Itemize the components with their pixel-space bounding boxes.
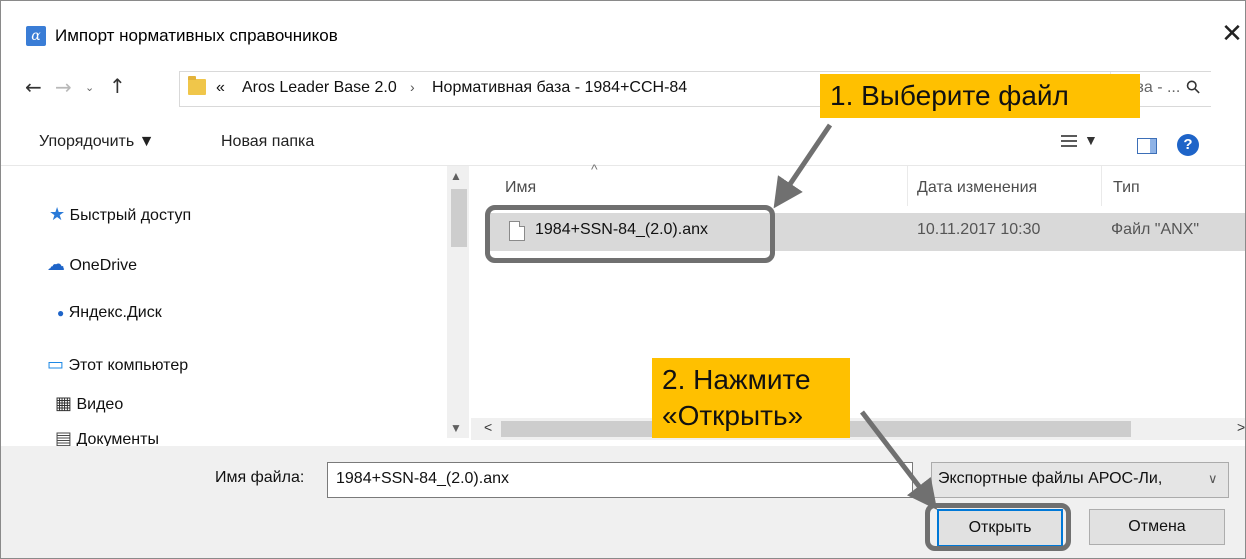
filename-value: 1984+SSN-84_(2.0).anx <box>336 470 509 487</box>
forward-arrow-icon[interactable]: → <box>55 75 72 99</box>
navigation-pane: ★ Быстрый доступ ☁ OneDrive ● Яндекс.Дис… <box>1 166 471 448</box>
breadcrumb-item[interactable]: Нормативная база - 1984+ССН-84 <box>432 79 687 97</box>
nav-item-quick-access[interactable]: ★ Быстрый доступ <box>49 204 191 225</box>
nav-item-video[interactable]: ▦ Видео <box>55 393 123 414</box>
scroll-down-chevron-icon[interactable]: ▼ <box>450 421 462 435</box>
search-icon[interactable]: ⚲ <box>1182 75 1206 99</box>
scroll-left-chevron-icon[interactable]: < <box>484 419 492 435</box>
breadcrumb-item[interactable]: Aros Leader Base 2.0 <box>242 79 397 97</box>
folder-icon <box>188 76 206 95</box>
nav-item-yandex-disk[interactable]: ● Яндекс.Диск <box>57 304 162 322</box>
nav-item-this-pc[interactable]: ▭ Этот компьютер <box>47 354 188 375</box>
recent-locations-chevron-icon[interactable]: ⌄ <box>85 81 94 94</box>
back-arrow-icon[interactable]: ← <box>25 75 42 99</box>
column-header-type[interactable]: Тип <box>1113 179 1140 197</box>
file-type-filter-select[interactable]: Экспортные файлы АРОС-Ли, ∨ <box>931 462 1229 498</box>
step-1-callout: 1. Выберите файл <box>820 74 1140 118</box>
column-divider[interactable] <box>1101 166 1102 206</box>
help-icon[interactable]: ? <box>1177 134 1199 156</box>
file-type-cell: Файл "ANX" <box>1111 221 1200 238</box>
column-header-date[interactable]: Дата изменения <box>917 179 1037 197</box>
nav-item-label: OneDrive <box>69 257 138 274</box>
file-type-filter-value: Экспортные файлы АРОС-Ли, <box>938 470 1163 487</box>
close-icon[interactable]: ✕ <box>1220 19 1244 49</box>
nav-item-label: Этот компьютер <box>68 357 189 374</box>
yandex-disk-icon: ● <box>57 306 65 320</box>
video-icon: ▦ <box>55 393 73 413</box>
filter-dropdown-chevron-icon[interactable]: ∨ <box>1208 471 1218 487</box>
nav-item-label: Яндекс.Диск <box>68 304 162 321</box>
breadcrumb-separator[interactable]: › <box>410 79 415 95</box>
breadcrumb-overflow[interactable]: « <box>216 79 225 97</box>
sort-ascending-icon: ^ <box>591 161 598 177</box>
filename-label: Имя файла: <box>215 469 305 486</box>
view-options-icon[interactable] <box>1061 135 1077 151</box>
documents-icon: ▤ <box>55 428 73 448</box>
scroll-up-chevron-icon[interactable]: ▲ <box>450 169 462 183</box>
cancel-button[interactable]: Отмена <box>1089 509 1225 545</box>
file-highlight-frame <box>485 205 775 263</box>
column-header-name[interactable]: Имя <box>505 179 536 197</box>
open-button-highlight-frame <box>925 503 1071 551</box>
step-2-callout: 2. Нажмите «Открыть» <box>652 358 850 438</box>
cloud-icon: ☁ <box>47 254 65 274</box>
nav-item-label: Быстрый доступ <box>69 207 192 224</box>
preview-pane-icon[interactable] <box>1137 138 1157 154</box>
command-bar: Упорядочить ▼ Новая папка ▼ ? <box>1 121 1245 166</box>
computer-icon: ▭ <box>47 354 65 374</box>
up-arrow-icon[interactable]: ↑ <box>109 74 126 98</box>
nav-item-label: Видео <box>76 396 124 413</box>
column-divider[interactable] <box>907 166 908 206</box>
organize-button[interactable]: Упорядочить ▼ <box>39 133 155 151</box>
nav-pane-scrollbar-thumb[interactable] <box>451 189 467 247</box>
app-icon: α <box>26 26 46 46</box>
star-icon: ★ <box>49 204 66 224</box>
file-date-cell: 10.11.2017 10:30 <box>917 221 1041 238</box>
nav-item-onedrive[interactable]: ☁ OneDrive <box>47 254 137 275</box>
view-options-chevron-icon[interactable]: ▼ <box>1084 132 1098 148</box>
scroll-right-chevron-icon[interactable]: > <box>1237 419 1245 435</box>
new-folder-button[interactable]: Новая папка <box>221 133 314 151</box>
window-title: Импорт нормативных справочников <box>55 26 338 45</box>
filename-input[interactable]: 1984+SSN-84_(2.0).anx ∨ <box>327 462 1222 498</box>
